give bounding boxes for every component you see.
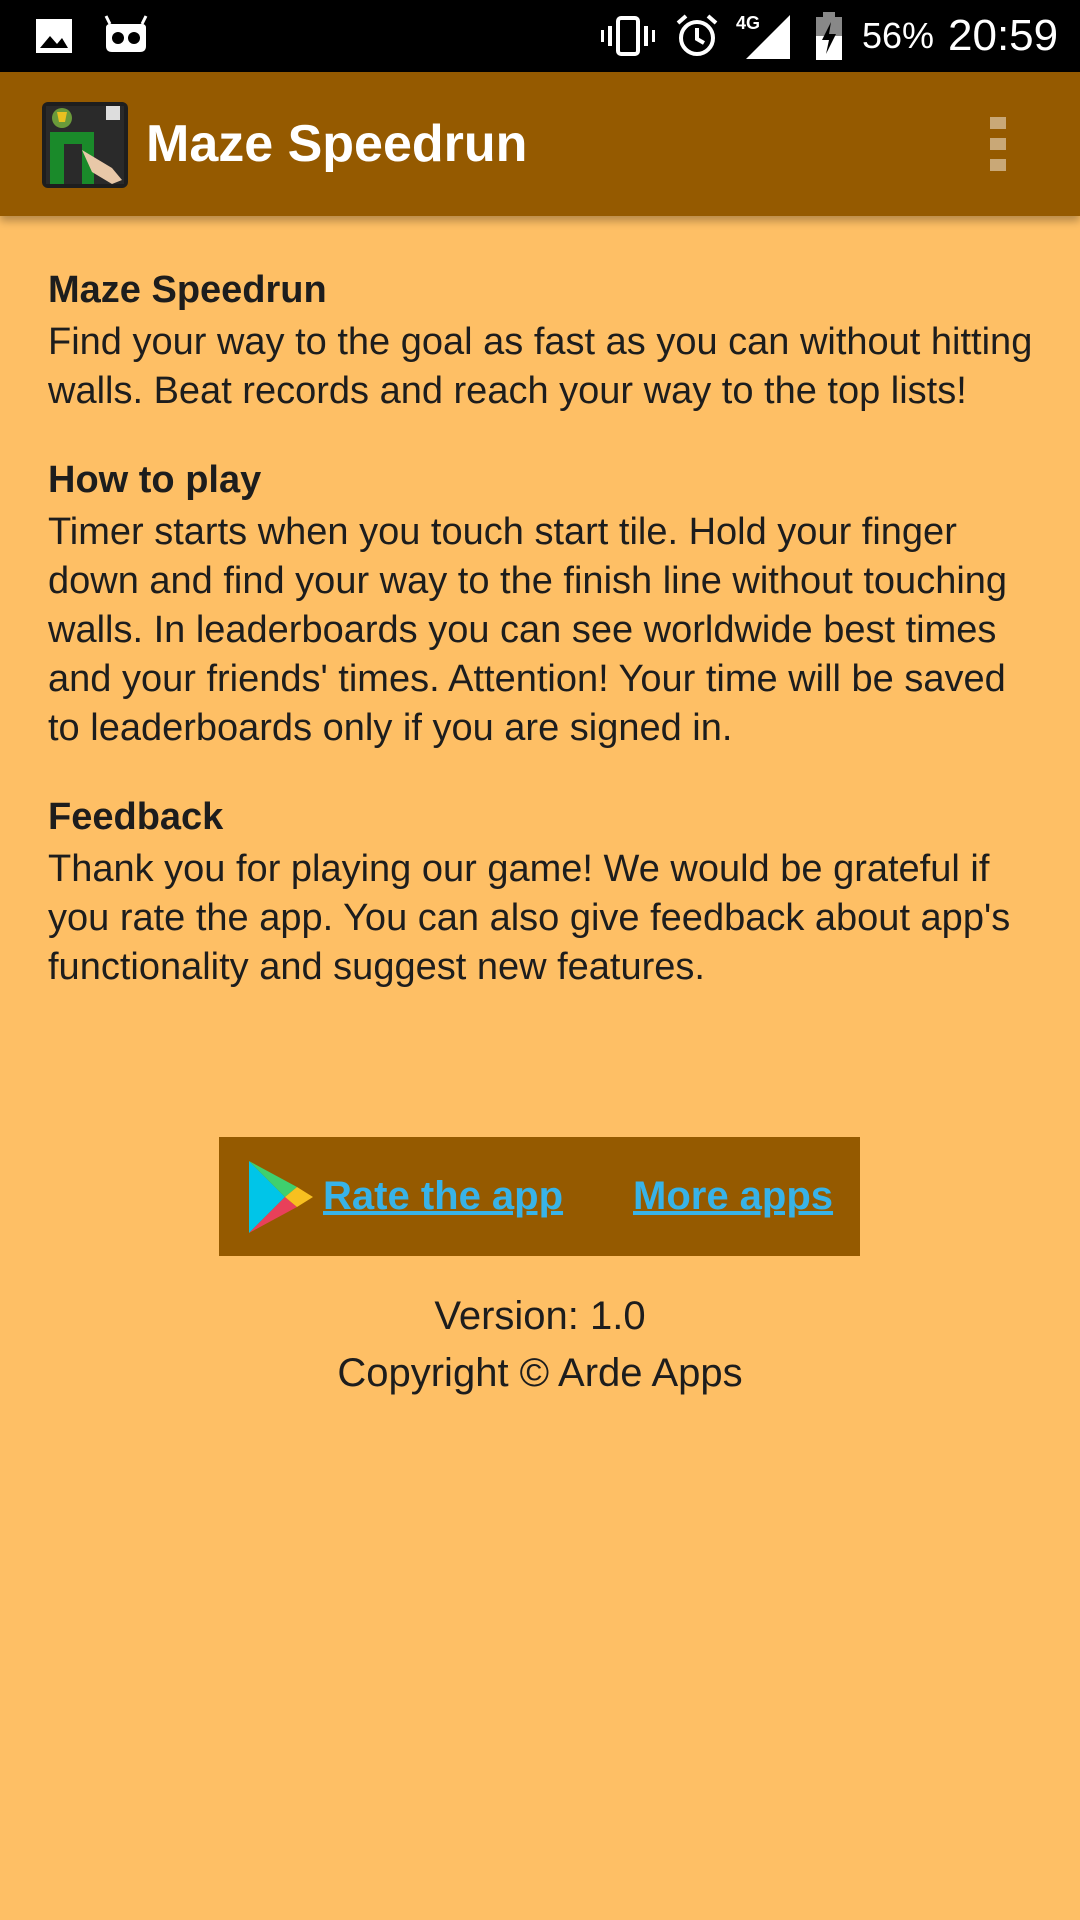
section-how-to-play: How to play Timer starts when you touch …	[48, 456, 1038, 753]
clock: 20:59	[948, 11, 1059, 60]
vibrate-icon	[600, 0, 656, 72]
app-logo-icon	[42, 102, 128, 188]
section-heading: How to play	[48, 459, 262, 501]
section-feedback: Feedback Thank you for playing our game!…	[48, 793, 1038, 992]
more-apps-link[interactable]: More apps	[633, 1137, 833, 1256]
alarm-icon	[674, 0, 720, 72]
menu-dot	[990, 159, 1006, 171]
about-content: Maze Speedrun Find your way to the goal …	[48, 266, 1038, 1032]
section-body: Thank you for playing our game! We would…	[48, 848, 1011, 988]
section-heading: Feedback	[48, 796, 224, 838]
google-play-icon	[245, 1159, 317, 1235]
android-debug-icon	[102, 0, 150, 72]
signal-icon: 4G	[736, 0, 792, 72]
section-heading: Maze Speedrun	[48, 269, 327, 311]
links-panel: Rate the app More apps	[219, 1137, 860, 1256]
app-title: Maze Speedrun	[146, 115, 528, 173]
overflow-menu-icon[interactable]	[966, 112, 1030, 176]
battery-percent: 56%	[862, 15, 935, 56]
section-body: Find your way to the goal as fast as you…	[48, 321, 1033, 412]
status-bar: 4G 56% 20:59	[0, 0, 1080, 72]
app-bar: Maze Speedrun	[0, 72, 1080, 216]
menu-dot	[990, 138, 1006, 150]
gallery-icon	[34, 0, 74, 72]
svg-text:4G: 4G	[736, 13, 760, 33]
version-text: Version: 1.0	[434, 1294, 646, 1338]
copyright-text: Copyright © Arde Apps	[337, 1351, 743, 1395]
rate-app-link[interactable]: Rate the app	[323, 1137, 563, 1256]
menu-dot	[990, 117, 1006, 129]
section-body: Timer starts when you touch start tile. …	[48, 511, 1008, 749]
footer: Version: 1.0 Copyright © Arde Apps	[0, 1288, 1080, 1402]
battery-icon	[814, 0, 844, 72]
section-intro: Maze Speedrun Find your way to the goal …	[48, 266, 1038, 416]
